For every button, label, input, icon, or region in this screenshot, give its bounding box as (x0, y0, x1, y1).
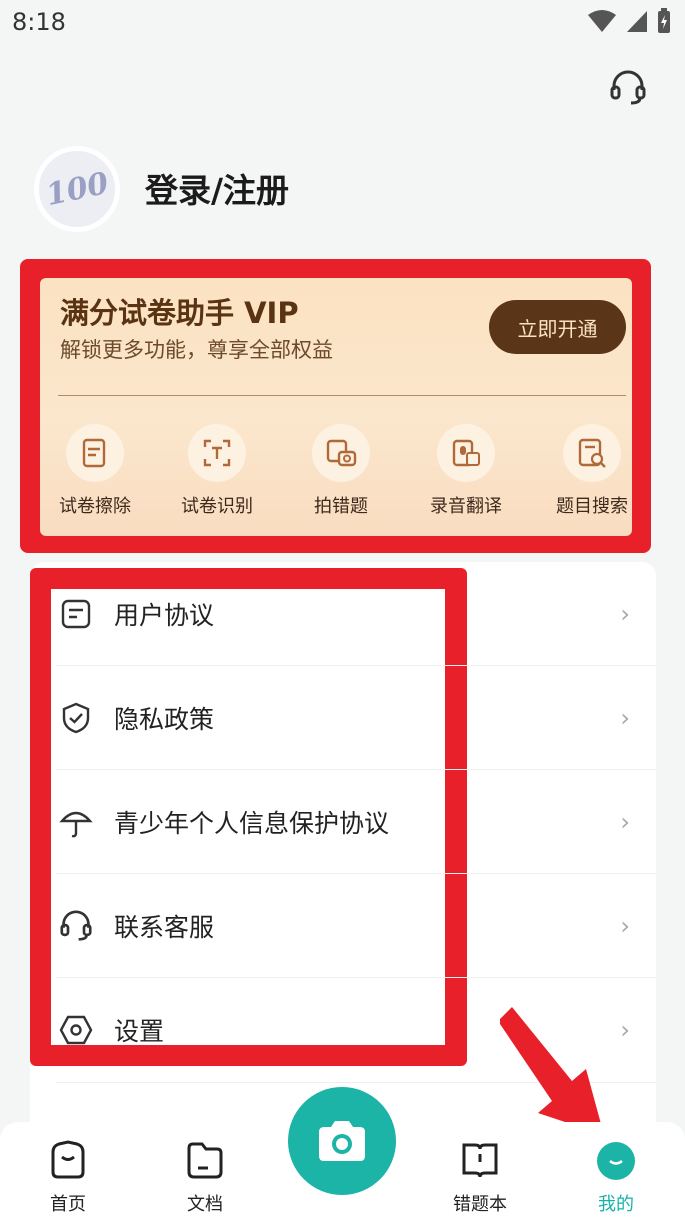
chevron-right-icon: › (620, 808, 630, 836)
chevron-right-icon: › (620, 912, 630, 940)
avatar[interactable]: 100 (34, 146, 120, 232)
camera-capture-button[interactable] (288, 1087, 396, 1195)
vip-title: 满分试卷助手 VIP (60, 296, 299, 330)
chevron-right-icon: › (620, 600, 630, 628)
vip-activate-button[interactable]: 立即开通 (489, 300, 626, 354)
mic-translate-icon (452, 439, 480, 467)
book-icon (462, 1143, 498, 1178)
login-register-link[interactable]: 登录/注册 (145, 164, 289, 212)
menu-item-label: 联系客服 (114, 913, 215, 942)
feature-photo-mistake[interactable]: 拍错题 (286, 424, 396, 518)
menu-item-contact-service[interactable]: 联系客服 › (56, 874, 656, 978)
home-icon (51, 1140, 85, 1179)
document-icon (61, 599, 91, 629)
tab-label: 我的 (598, 1194, 634, 1215)
menu-item-label: 用户协议 (114, 601, 215, 630)
customer-service-headset-button[interactable] (609, 70, 647, 110)
tab-documents[interactable]: 文档 (160, 1140, 250, 1216)
chevron-right-icon: › (620, 704, 630, 732)
umbrella-icon (59, 811, 93, 838)
wifi-icon (588, 10, 616, 32)
tab-profile[interactable]: 我的 (571, 1140, 661, 1216)
vip-card[interactable]: 满分试卷助手 VIP 解锁更多功能，尊享全部权益 立即开通 试卷擦除 试卷识别 … (40, 278, 632, 536)
menu-item-label: 隐私政策 (114, 705, 215, 734)
avatar-text: 100 (42, 165, 112, 213)
folder-icon (187, 1142, 223, 1179)
battery-icon (658, 8, 670, 33)
feature-exam-erase[interactable]: 试卷擦除 (40, 424, 150, 518)
feature-exam-recognize[interactable]: 试卷识别 (162, 424, 272, 518)
status-time: 8:18 (12, 8, 66, 36)
feature-voice-translate[interactable]: 录音翻译 (411, 424, 521, 518)
menu-item-user-agreement[interactable]: 用户协议 › (56, 562, 656, 666)
menu-item-label: 设置 (114, 1017, 165, 1046)
hexagon-settings-icon (59, 1015, 93, 1045)
tab-label: 错题本 (453, 1194, 507, 1215)
tab-label: 首页 (50, 1194, 86, 1215)
tab-home[interactable]: 首页 (23, 1140, 113, 1216)
doc-search-icon (578, 438, 606, 468)
menu-item-privacy-policy[interactable]: 隐私政策 › (56, 666, 656, 770)
shield-check-icon (62, 702, 90, 734)
feature-label: 试卷识别 (181, 496, 253, 517)
text-scan-icon (203, 439, 231, 467)
profile-icon (597, 1142, 635, 1180)
signal-icon (627, 11, 647, 32)
tab-label: 文档 (187, 1194, 223, 1215)
feature-label: 录音翻译 (430, 496, 502, 517)
feature-label: 拍错题 (314, 496, 368, 517)
camera-icon (319, 1121, 365, 1161)
menu-item-label: 青少年个人信息保护协议 (114, 809, 390, 838)
status-icons (587, 8, 671, 34)
vip-divider (58, 395, 626, 396)
feature-label: 试卷擦除 (59, 496, 131, 517)
menu-item-youth-privacy[interactable]: 青少年个人信息保护协议 › (56, 770, 656, 874)
feature-label: 题目搜索 (556, 496, 628, 517)
tab-mistake-book[interactable]: 错题本 (435, 1140, 525, 1216)
camera-question-icon (326, 439, 357, 467)
feature-question-search[interactable]: 题目搜索 (537, 424, 632, 518)
headset-icon (610, 70, 646, 105)
headset-icon (60, 910, 92, 941)
eraser-doc-icon (82, 438, 106, 468)
vip-subtitle: 解锁更多功能，尊享全部权益 (60, 338, 333, 362)
